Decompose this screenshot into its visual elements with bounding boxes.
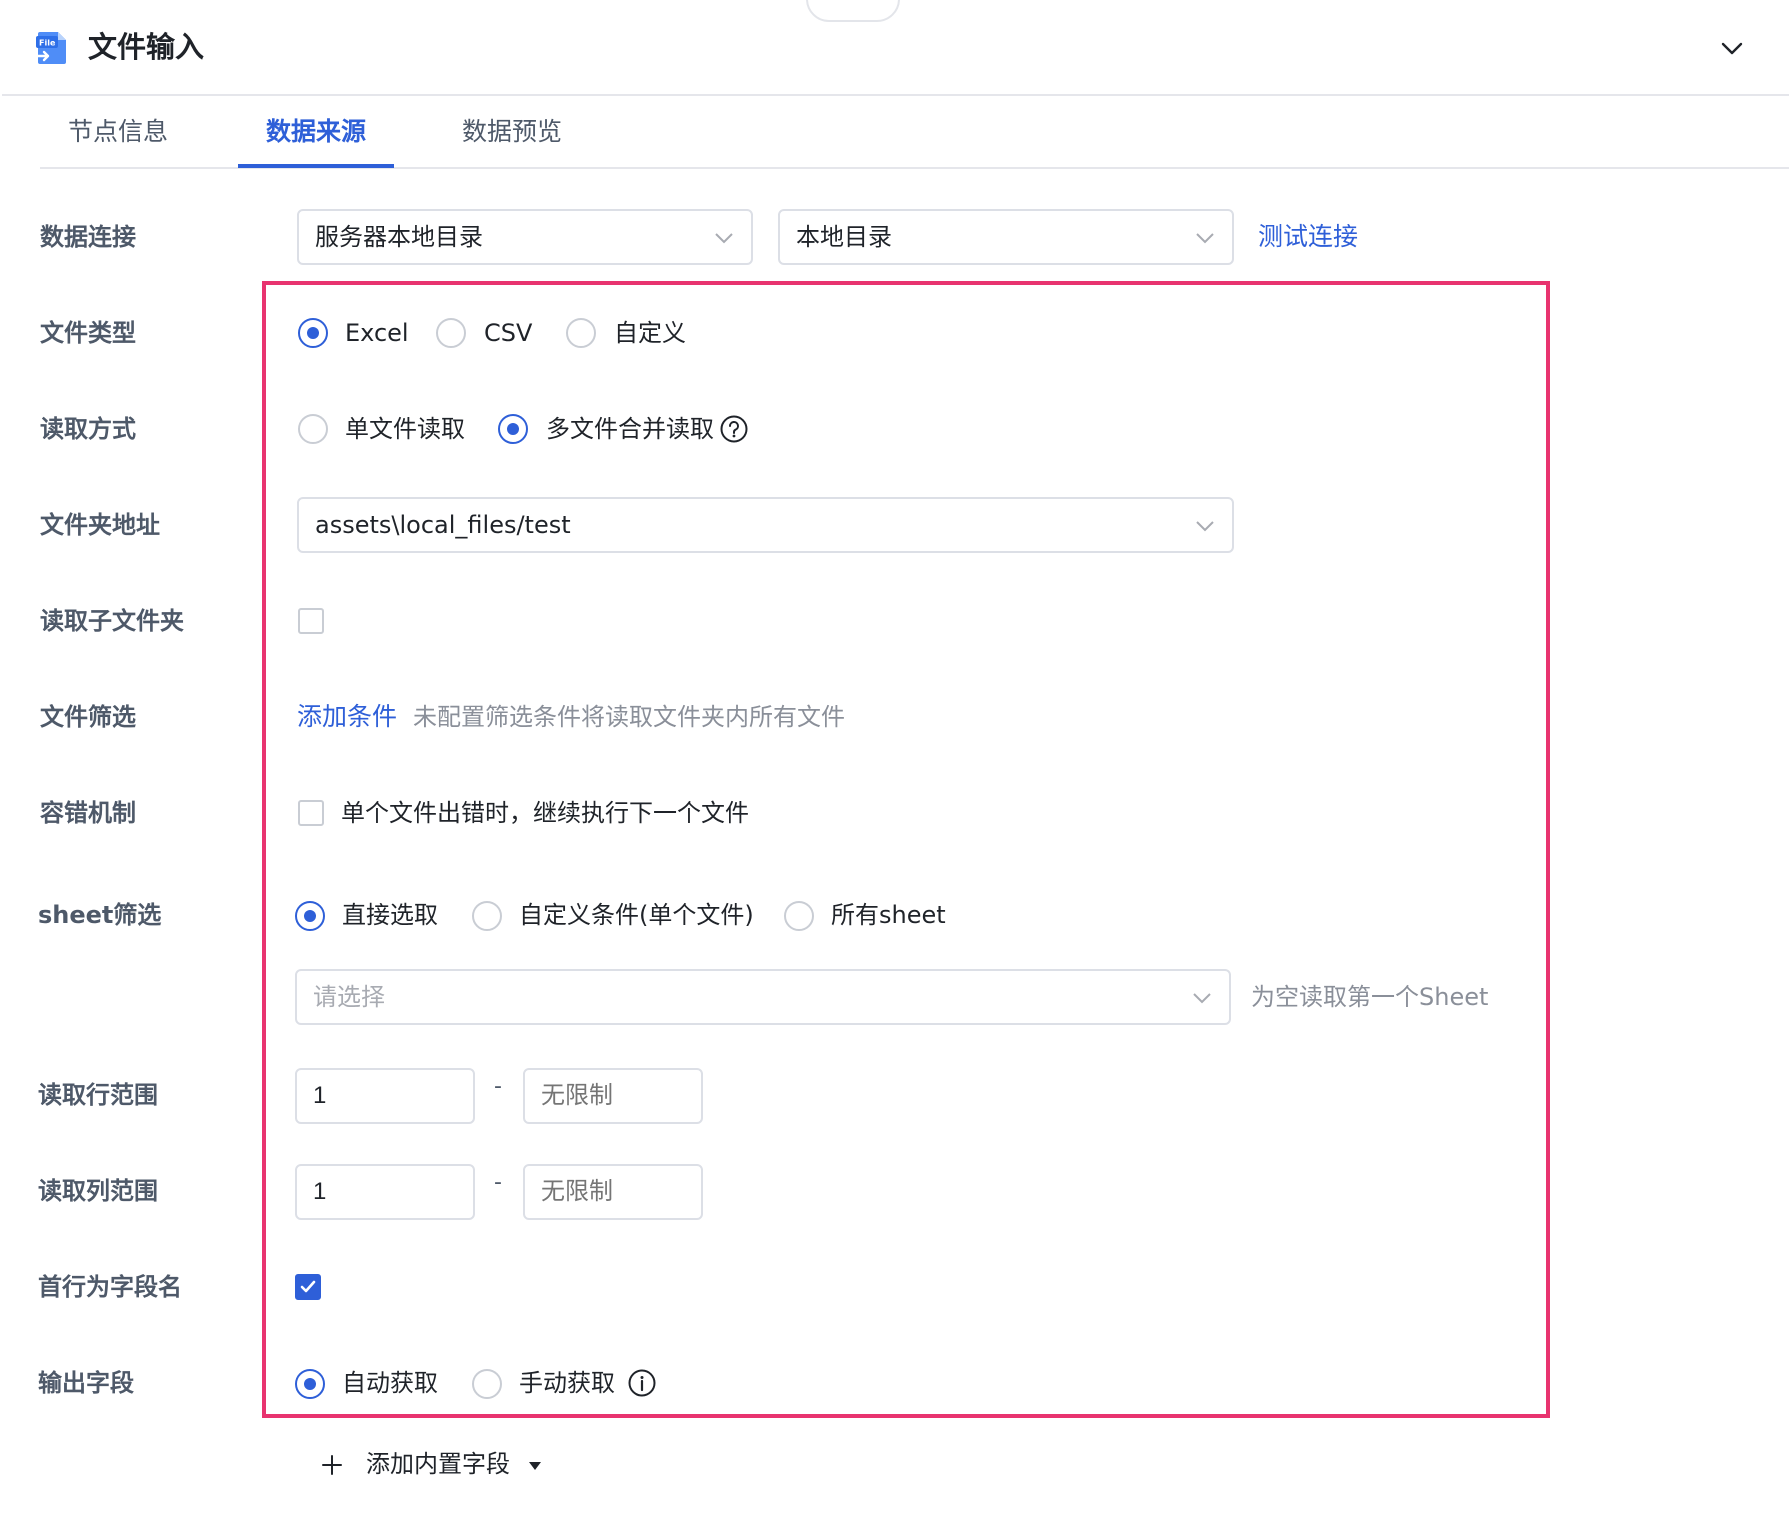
info-icon[interactable]: [628, 1369, 656, 1397]
help-question-icon[interactable]: [720, 415, 748, 443]
fault-tolerance-checkbox[interactable]: [298, 800, 324, 826]
chevron-down-icon: [1196, 233, 1214, 244]
header-divider: [2, 94, 1789, 96]
tab-node-info[interactable]: 节点信息: [58, 112, 178, 166]
label-output-fields: 输出字段: [38, 1369, 134, 1397]
connection-source-value: 服务器本地目录: [315, 223, 483, 251]
tab-data-source[interactable]: 数据来源: [256, 112, 376, 166]
radio-custom[interactable]: [566, 318, 596, 348]
connection-source-select[interactable]: 服务器本地目录: [297, 209, 753, 265]
file-filter-hint: 未配置筛选条件将读取文件夹内所有文件: [413, 703, 845, 731]
label-read-mode: 读取方式: [40, 415, 136, 443]
radio-excel[interactable]: [298, 318, 328, 348]
caret-down-icon: [529, 1462, 541, 1470]
radio-custom-condition[interactable]: [472, 901, 502, 931]
add-builtin-field-label: 添加内置字段: [366, 1450, 510, 1478]
add-condition-link[interactable]: 添加条件: [297, 700, 397, 734]
label-sheet-filter: sheet筛选: [38, 901, 162, 929]
connection-target-value: 本地目录: [796, 223, 892, 251]
radio-direct-select[interactable]: [295, 901, 325, 931]
folder-path-select[interactable]: assets\local_files/test: [297, 497, 1234, 553]
read-subfolders-checkbox[interactable]: [298, 608, 324, 634]
highlight-frame: [262, 281, 1550, 1418]
file-input-icon: File: [36, 30, 70, 66]
chevron-down-icon: [1193, 993, 1211, 1004]
chevron-down-icon: [1196, 521, 1214, 532]
label-file-type: 文件类型: [40, 319, 136, 347]
sheet-select[interactable]: 请选择: [295, 969, 1231, 1025]
test-connection-link[interactable]: 测试连接: [1258, 220, 1358, 254]
sheet-select-placeholder: 请选择: [313, 983, 385, 1011]
radio-direct-select-label: 直接选取: [342, 901, 438, 929]
radio-all-sheets-label: 所有sheet: [831, 901, 946, 929]
page-title: 文件输入: [88, 30, 205, 64]
row-range-separator: -: [494, 1074, 502, 1099]
col-range-start-input[interactable]: [295, 1164, 475, 1220]
label-fault-tolerance: 容错机制: [40, 799, 136, 827]
label-file-filter: 文件筛选: [40, 703, 136, 731]
label-folder-path: 文件夹地址: [40, 511, 160, 539]
radio-single-file[interactable]: [298, 414, 328, 444]
radio-auto-fetch[interactable]: [295, 1369, 325, 1399]
folder-path-value: assets\local_files/test: [315, 511, 571, 539]
label-first-row-header: 首行为字段名: [38, 1273, 182, 1301]
radio-custom-condition-label: 自定义条件(单个文件): [519, 901, 754, 929]
radio-all-sheets[interactable]: [784, 901, 814, 931]
check-icon: [300, 1280, 316, 1293]
tab-data-preview[interactable]: 数据预览: [452, 112, 572, 166]
first-row-header-checkbox[interactable]: [295, 1274, 321, 1300]
radio-csv-label: CSV: [484, 319, 533, 347]
radio-single-file-label: 单文件读取: [345, 415, 465, 443]
col-range-separator: -: [494, 1170, 502, 1195]
fault-tolerance-label: 单个文件出错时，继续执行下一个文件: [341, 799, 749, 827]
radio-multi-file-label: 多文件合并读取: [546, 415, 714, 443]
chevron-down-icon: [715, 233, 733, 244]
label-col-range: 读取列范围: [38, 1177, 158, 1205]
add-builtin-field-button[interactable]: 添加内置字段: [320, 1445, 600, 1485]
row-range-end-input[interactable]: [523, 1068, 703, 1124]
radio-excel-label: Excel: [345, 319, 409, 347]
radio-custom-label: 自定义: [614, 319, 686, 347]
connection-target-select[interactable]: 本地目录: [778, 209, 1234, 265]
label-read-subfolders: 读取子文件夹: [40, 607, 184, 635]
top-collapse-handle[interactable]: [806, 0, 900, 22]
radio-manual-fetch[interactable]: [472, 1369, 502, 1399]
radio-manual-fetch-label: 手动获取: [519, 1369, 615, 1397]
plus-icon: [322, 1455, 342, 1475]
label-row-range: 读取行范围: [38, 1081, 158, 1109]
radio-csv[interactable]: [436, 318, 466, 348]
chevron-down-icon[interactable]: [1718, 34, 1746, 62]
file-badge-text: File: [39, 39, 56, 48]
radio-multi-file[interactable]: [498, 414, 528, 444]
sheet-select-hint: 为空读取第一个Sheet: [1251, 983, 1489, 1011]
radio-auto-fetch-label: 自动获取: [342, 1369, 438, 1397]
row-range-start-input[interactable]: [295, 1068, 475, 1124]
active-tab-indicator: [238, 164, 394, 168]
label-connection: 数据连接: [40, 223, 136, 251]
col-range-end-input[interactable]: [523, 1164, 703, 1220]
